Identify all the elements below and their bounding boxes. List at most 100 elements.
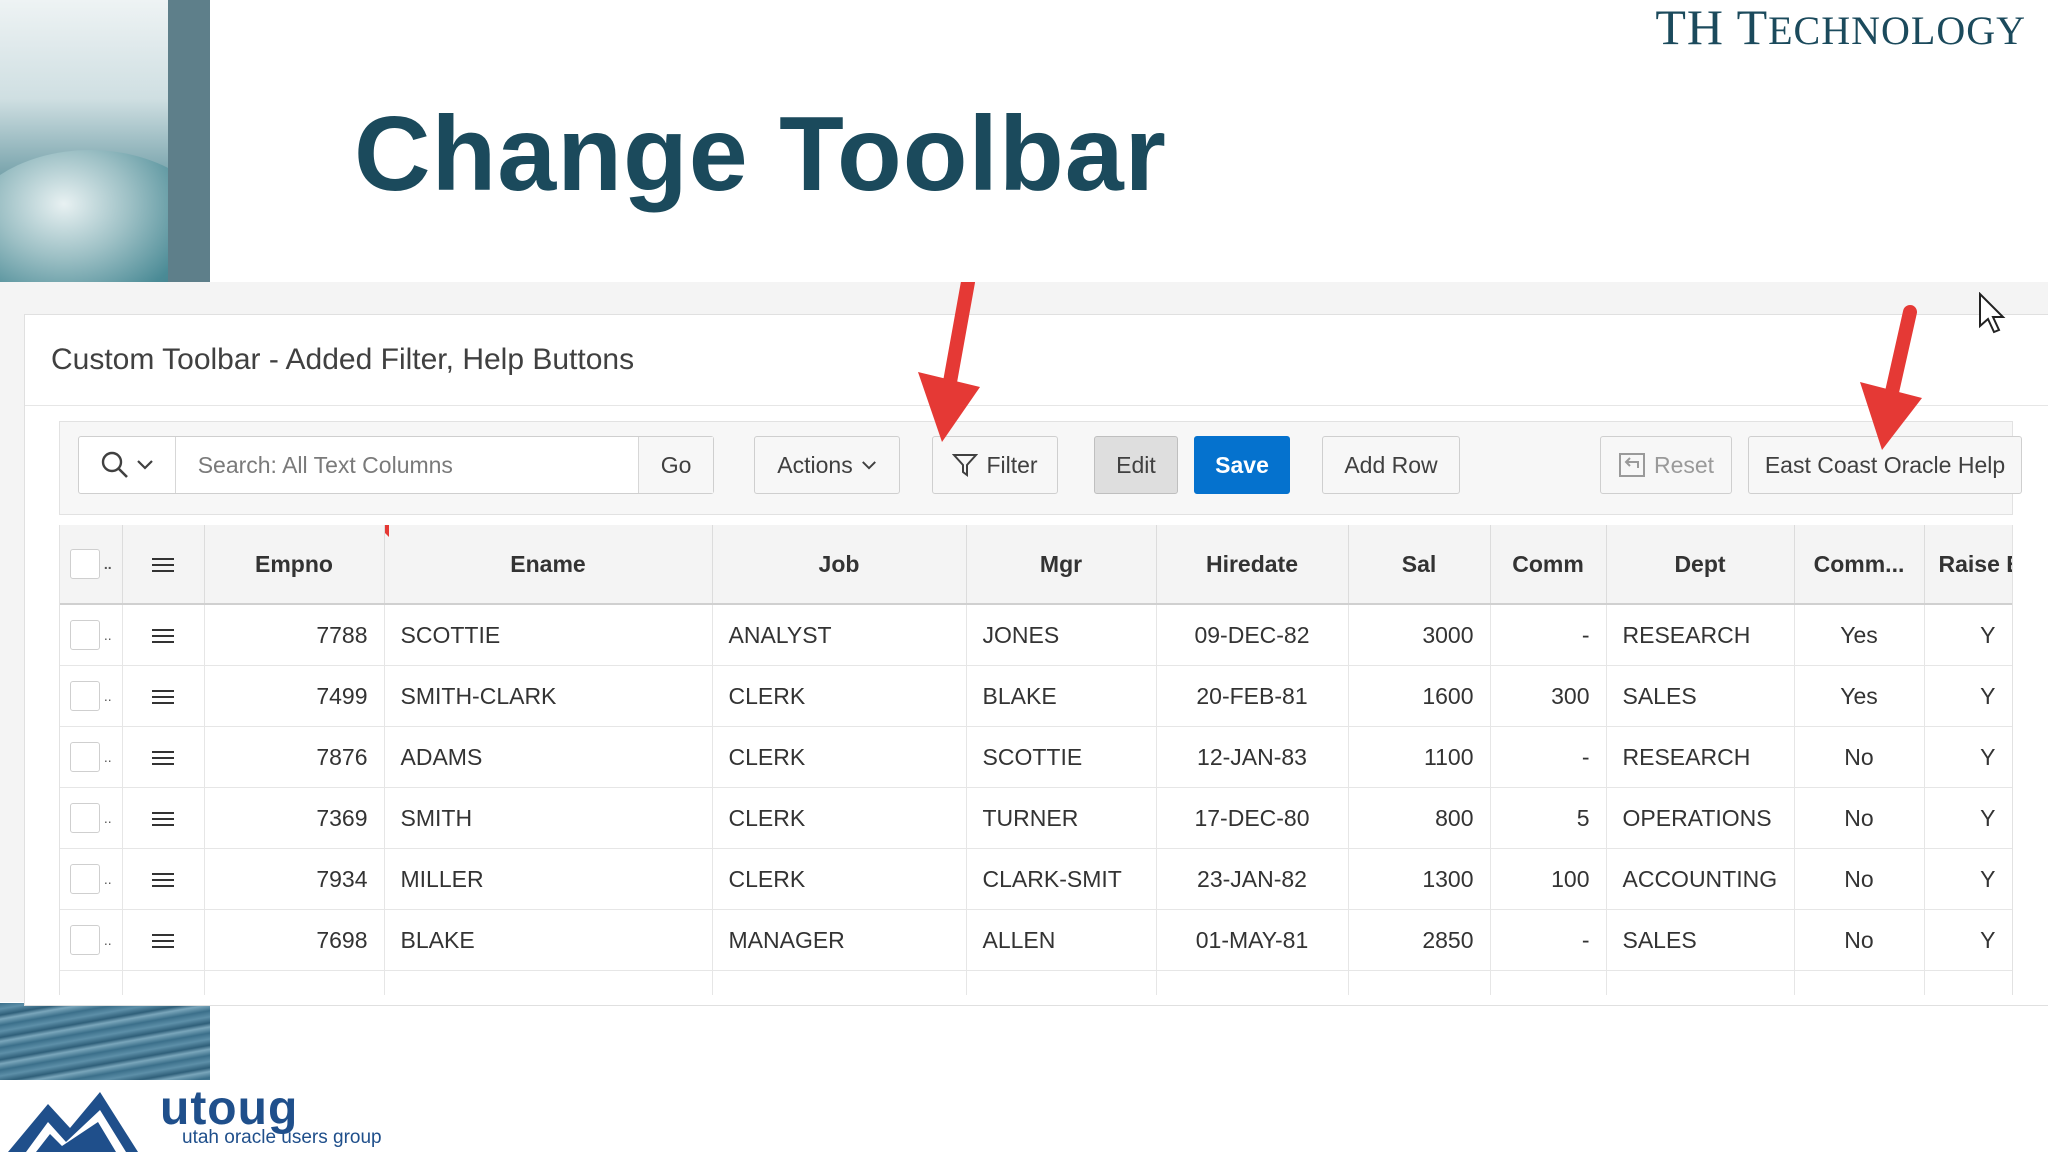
cell-mgr[interactable]: BLAKE — [966, 665, 1157, 727]
table-row[interactable]: .. 7788 SCOTTIE ANALYST JONES 09-DEC-82 3000- R… — [60, 604, 2012, 666]
row-actions-button[interactable] — [122, 604, 205, 666]
cell-comm[interactable]: 5 — [1490, 787, 1607, 849]
cell-hiredate[interactable]: 01-MAY-81 — [1156, 909, 1349, 971]
cell-ename[interactable]: SMITH-CLARK — [384, 665, 713, 727]
column-header-comm-flag[interactable]: Comm... — [1794, 525, 1925, 605]
cell-comm[interactable]: 300 — [1490, 665, 1607, 727]
cell-ename[interactable]: SMITH — [384, 787, 713, 849]
cell-raise[interactable]: Y — [1924, 848, 2012, 910]
cell-job[interactable]: CLERK — [712, 665, 967, 727]
row-selector[interactable]: .. — [60, 848, 123, 910]
column-header-job[interactable]: Job — [712, 525, 967, 605]
row-checkbox[interactable] — [69, 803, 100, 833]
column-header-ename[interactable]: Ename — [384, 525, 713, 605]
column-header-raise[interactable]: Raise E — [1924, 525, 2012, 605]
cell-comm-flag[interactable]: No — [1794, 787, 1925, 849]
cell-comm-flag[interactable]: No — [1794, 726, 1925, 788]
cell-job[interactable]: CLERK — [712, 787, 967, 849]
column-header-hiredate[interactable]: Hiredate — [1156, 525, 1349, 605]
cell-sal[interactable]: 2850 — [1348, 909, 1491, 971]
cell-dept[interactable]: RESEARCH — [1606, 726, 1795, 788]
row-actions-button[interactable] — [122, 665, 205, 727]
row-checkbox[interactable] — [69, 681, 100, 711]
cell-empno[interactable]: 7934 — [204, 848, 385, 910]
cell-ename[interactable]: SCOTTIE — [384, 604, 713, 666]
east-coast-oracle-help-button[interactable]: East Coast Oracle Help — [1748, 436, 2022, 494]
cell-ename[interactable]: ADAMS — [384, 726, 713, 788]
cell-sal[interactable]: 1300 — [1348, 848, 1491, 910]
cell-comm[interactable]: - — [1490, 604, 1607, 666]
cell-mgr[interactable]: JONES — [966, 604, 1157, 666]
go-button[interactable]: Go — [638, 437, 713, 493]
cell-ename[interactable]: MILLER — [384, 848, 713, 910]
cell-hiredate[interactable]: 12-JAN-83 — [1156, 726, 1349, 788]
cell-sal[interactable]: 1100 — [1348, 726, 1491, 788]
search-input[interactable] — [175, 436, 639, 494]
row-actions-header[interactable] — [122, 525, 205, 605]
cell-ename[interactable]: BLAKE — [384, 909, 713, 971]
cell-sal[interactable]: 3000 — [1348, 604, 1491, 666]
select-all-header[interactable]: .. — [60, 525, 123, 605]
cell-job[interactable]: MANAGER — [712, 909, 967, 971]
cell-mgr[interactable]: ALLEN — [966, 909, 1157, 971]
cell-comm[interactable]: - — [1490, 909, 1607, 971]
column-header-comm[interactable]: Comm — [1490, 525, 1607, 605]
search-column-selector[interactable] — [79, 437, 176, 493]
cell-hiredate[interactable]: 20-FEB-81 — [1156, 665, 1349, 727]
row-actions-button[interactable] — [122, 787, 205, 849]
cell-hiredate[interactable]: 23-JAN-82 — [1156, 848, 1349, 910]
cell-comm-flag[interactable]: Yes — [1794, 604, 1925, 666]
cell-empno[interactable]: 7876 — [204, 726, 385, 788]
cell-mgr[interactable]: TURNER — [966, 787, 1157, 849]
cell-raise[interactable]: Y — [1924, 787, 2012, 849]
edit-button[interactable]: Edit — [1094, 436, 1178, 494]
cell-dept[interactable]: RESEARCH — [1606, 604, 1795, 666]
cell-raise[interactable]: Y — [1924, 665, 2012, 727]
cell-mgr[interactable]: SCOTTIE — [966, 726, 1157, 788]
cell-sal[interactable]: 800 — [1348, 787, 1491, 849]
save-button[interactable]: Save — [1194, 436, 1290, 494]
column-header-empno[interactable]: Empno — [204, 525, 385, 605]
table-row[interactable]: .. 7499 SMITH-CLARK CLERK BLAKE 20-FEB-81 1600… — [60, 665, 2012, 727]
cell-hiredate[interactable]: 17-DEC-80 — [1156, 787, 1349, 849]
column-header-mgr[interactable]: Mgr — [966, 525, 1157, 605]
cell-comm-flag[interactable]: No — [1794, 848, 1925, 910]
reset-button[interactable]: Reset — [1600, 436, 1732, 494]
actions-menu-button[interactable]: Actions — [754, 436, 900, 494]
select-all-checkbox[interactable] — [69, 549, 100, 579]
row-selector[interactable]: .. — [60, 787, 123, 849]
cell-empno[interactable]: 7499 — [204, 665, 385, 727]
row-checkbox[interactable] — [69, 925, 100, 955]
cell-job[interactable]: CLERK — [712, 848, 967, 910]
column-header-sal[interactable]: Sal — [1348, 525, 1491, 605]
cell-job[interactable]: CLERK — [712, 726, 967, 788]
row-actions-button[interactable] — [122, 726, 205, 788]
cell-raise[interactable]: Y — [1924, 604, 2012, 666]
cell-comm-flag[interactable]: Yes — [1794, 665, 1925, 727]
row-checkbox[interactable] — [69, 864, 100, 894]
column-header-dept[interactable]: Dept — [1606, 525, 1795, 605]
row-actions-button[interactable] — [122, 848, 205, 910]
cell-empno[interactable]: 7788 — [204, 604, 385, 666]
add-row-button[interactable]: Add Row — [1322, 436, 1460, 494]
cell-dept[interactable]: OPERATIONS — [1606, 787, 1795, 849]
table-row[interactable]: .. 7698 BLAKE MANAGER ALLEN 01-MAY-81 2850- SAL… — [60, 909, 2012, 971]
cell-comm[interactable]: - — [1490, 726, 1607, 788]
row-checkbox[interactable] — [69, 742, 100, 772]
cell-comm[interactable]: 100 — [1490, 848, 1607, 910]
row-actions-button[interactable] — [122, 909, 205, 971]
cell-raise[interactable]: Y — [1924, 726, 2012, 788]
cell-mgr[interactable]: CLARK-SMIT — [966, 848, 1157, 910]
cell-dept[interactable]: ACCOUNTING — [1606, 848, 1795, 910]
row-selector[interactable]: .. — [60, 909, 123, 971]
cell-job[interactable]: ANALYST — [712, 604, 967, 666]
cell-hiredate[interactable]: 09-DEC-82 — [1156, 604, 1349, 666]
table-row[interactable]: .. 7876 ADAMS CLERK SCOTTIE 12-JAN-83 1100- RES… — [60, 726, 2012, 788]
row-checkbox[interactable] — [69, 620, 100, 650]
cell-dept[interactable]: SALES — [1606, 665, 1795, 727]
cell-empno[interactable]: 7698 — [204, 909, 385, 971]
row-selector[interactable]: .. — [60, 665, 123, 727]
cell-raise[interactable]: Y — [1924, 909, 2012, 971]
cell-comm-flag[interactable]: No — [1794, 909, 1925, 971]
cell-empno[interactable]: 7369 — [204, 787, 385, 849]
